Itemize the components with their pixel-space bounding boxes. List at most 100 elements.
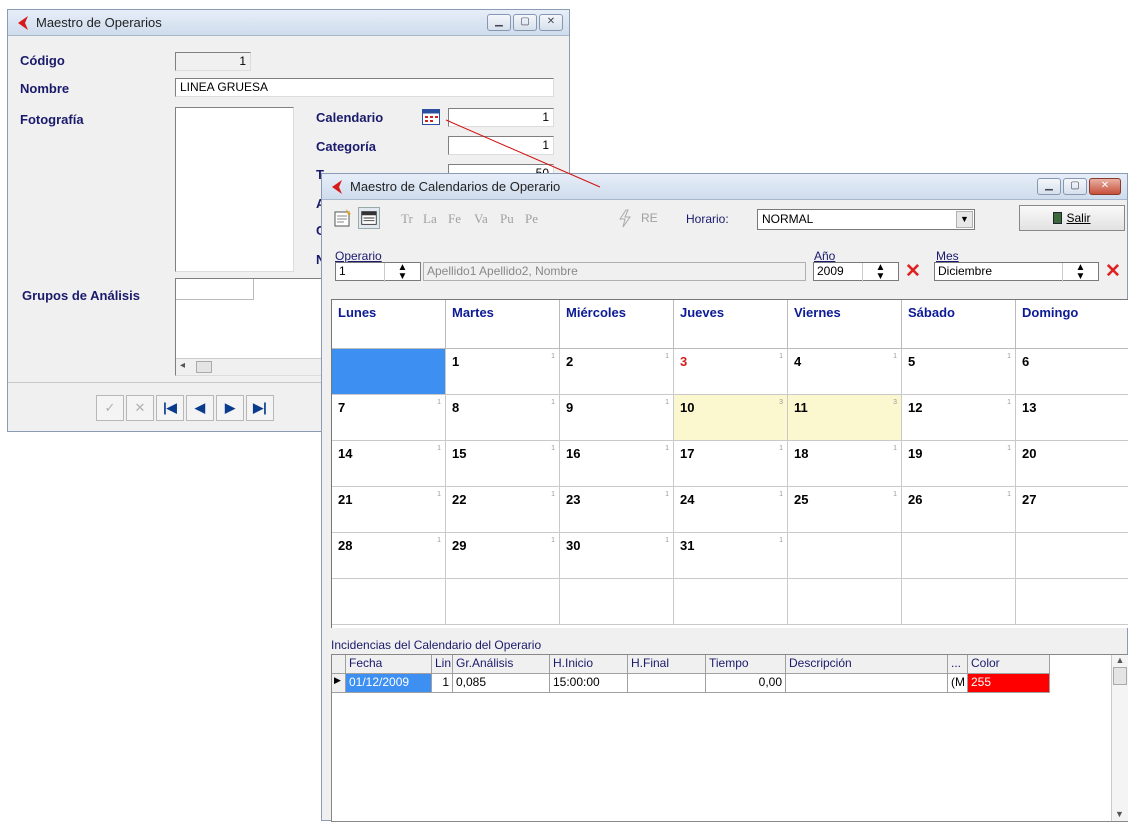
calendar-day-cell[interactable]: 51 bbox=[902, 349, 1016, 395]
calendar-day-cell[interactable]: 27 bbox=[1016, 487, 1128, 533]
calendar-day-cell[interactable]: 81 bbox=[446, 395, 560, 441]
calendar-day-cell[interactable] bbox=[1016, 579, 1128, 625]
grid-cell[interactable] bbox=[786, 674, 948, 693]
grid-cell[interactable] bbox=[628, 674, 706, 693]
calendar-day-cell[interactable] bbox=[902, 533, 1016, 579]
calendar-day-cell[interactable] bbox=[1016, 533, 1128, 579]
grid-column-header[interactable]: Descripción bbox=[786, 655, 948, 674]
scroll-left-icon[interactable]: ◂ bbox=[180, 360, 185, 371]
calendar-icon[interactable] bbox=[422, 109, 440, 125]
calendar-day-cell[interactable] bbox=[560, 579, 674, 625]
fotografia-box[interactable] bbox=[175, 107, 294, 272]
wizard-icon[interactable] bbox=[332, 207, 354, 229]
calendar-day-cell[interactable]: 19 1 bbox=[902, 441, 1016, 487]
calendar-day-cell[interactable]: 31 bbox=[674, 349, 788, 395]
grid-cell[interactable]: 15:00:00 bbox=[550, 674, 628, 693]
operario-spinner[interactable]: ▲ ▼ bbox=[384, 263, 420, 282]
grid-column-header[interactable]: H.Final bbox=[628, 655, 706, 674]
calendar-day-cell[interactable]: 15 1 bbox=[446, 441, 560, 487]
calendar-day-cell[interactable]: 11 bbox=[446, 349, 560, 395]
calendar-day-cell[interactable]: 41 bbox=[788, 349, 902, 395]
operarios-titlebar[interactable]: Maestro de Operarios ▁ ▢ ✕ bbox=[8, 10, 569, 36]
grid-column-header[interactable]: Color bbox=[968, 655, 1050, 674]
calendar-day-cell[interactable]: 30 1 bbox=[560, 533, 674, 579]
scroll-down-icon[interactable]: ▼ bbox=[1112, 809, 1127, 819]
clear-mes-icon[interactable]: ✕ bbox=[1105, 262, 1121, 281]
chevron-down-icon[interactable]: ▼ bbox=[956, 211, 973, 228]
mes-spinner[interactable]: ▲ ▼ bbox=[1062, 263, 1098, 282]
anio-input[interactable]: 2009 ▲ ▼ bbox=[813, 262, 899, 282]
maximize-button[interactable]: ▢ bbox=[513, 14, 537, 31]
calendar-day-cell[interactable]: 18 1 bbox=[788, 441, 902, 487]
calendar-day-cell[interactable] bbox=[788, 579, 902, 625]
grid-row[interactable]: ▶ 01/12/2009 1 0,085 15:00:00 0,00 (M 255 bbox=[332, 674, 1050, 693]
grid-cell[interactable]: 01/12/2009 bbox=[346, 674, 432, 693]
day-type-pu[interactable]: Pu bbox=[500, 211, 514, 227]
grid-column-header[interactable]: ... bbox=[948, 655, 968, 674]
minimize-button[interactable]: ▁ bbox=[1037, 178, 1061, 195]
grid-cell[interactable]: 0,00 bbox=[706, 674, 786, 693]
calendar-day-cell[interactable]: 91 bbox=[560, 395, 674, 441]
calendar-day-cell[interactable]: 23 1 bbox=[560, 487, 674, 533]
next-record-button[interactable]: ▶ bbox=[216, 395, 244, 421]
calendar-day-cell[interactable]: 28 1 bbox=[332, 533, 446, 579]
calendar-day-cell[interactable]: 13 bbox=[1016, 395, 1128, 441]
grid-column-header[interactable]: Lin bbox=[432, 655, 453, 674]
calendar-day-cell[interactable] bbox=[902, 579, 1016, 625]
close-button[interactable]: ✕ bbox=[1089, 178, 1121, 195]
calendar-day-cell[interactable]: 6 bbox=[1016, 349, 1128, 395]
grid-column-header[interactable]: H.Inicio bbox=[550, 655, 628, 674]
day-type-pe[interactable]: Pe bbox=[525, 211, 538, 227]
calendar-day-cell[interactable]: 26 1 bbox=[902, 487, 1016, 533]
grid-column-header[interactable]: Gr.Análisis bbox=[453, 655, 550, 674]
calendar-day-cell[interactable]: 21 bbox=[560, 349, 674, 395]
mes-input[interactable]: Diciembre ▲ ▼ bbox=[934, 262, 1099, 282]
calendario-field[interactable]: 1 bbox=[448, 108, 554, 127]
nombre-field[interactable]: LINEA GRUESA bbox=[175, 78, 554, 97]
scroll-thumb[interactable] bbox=[196, 361, 212, 373]
calendar-day-cell[interactable]: 17 1 bbox=[674, 441, 788, 487]
calendar-day-cell[interactable]: 11 3 bbox=[788, 395, 902, 441]
re-button[interactable]: RE bbox=[641, 211, 658, 225]
lightning-icon[interactable] bbox=[614, 207, 636, 229]
categoria-field[interactable]: 1 bbox=[448, 136, 554, 155]
maximize-button[interactable]: ▢ bbox=[1063, 178, 1087, 195]
close-button[interactable]: ✕ bbox=[539, 14, 563, 31]
clear-anio-icon[interactable]: ✕ bbox=[905, 262, 921, 281]
calendar-day-cell[interactable]: 24 1 bbox=[674, 487, 788, 533]
calendar-day-cell[interactable]: 71 bbox=[332, 395, 446, 441]
calendar-day-cell[interactable]: 29 1 bbox=[446, 533, 560, 579]
calendar-day-cell[interactable]: 25 1 bbox=[788, 487, 902, 533]
calendar-day-cell[interactable]: 16 1 bbox=[560, 441, 674, 487]
calendar-day-cell[interactable]: 10 3 bbox=[674, 395, 788, 441]
salir-button[interactable]: Salir bbox=[1019, 205, 1125, 231]
confirm-button[interactable]: ✓ bbox=[96, 395, 124, 421]
first-record-button[interactable]: |◀ bbox=[156, 395, 184, 421]
day-type-fe[interactable]: Fe bbox=[448, 211, 461, 227]
day-type-tr[interactable]: Tr bbox=[401, 211, 413, 227]
day-type-va[interactable]: Va bbox=[474, 211, 488, 227]
grid-column-header[interactable]: Tiempo bbox=[706, 655, 786, 674]
operario-input[interactable]: 1 ▲ ▼ bbox=[335, 262, 421, 282]
calendar-day-cell[interactable] bbox=[446, 579, 560, 625]
calendar-day-cell[interactable] bbox=[674, 579, 788, 625]
scroll-thumb[interactable] bbox=[1113, 667, 1127, 685]
cancel-button[interactable]: ✕ bbox=[126, 395, 154, 421]
calendar-day-cell[interactable]: 31 1 bbox=[674, 533, 788, 579]
grid-column-header[interactable]: Fecha bbox=[346, 655, 432, 674]
grid-vscroll[interactable]: ▲ ▼ bbox=[1111, 655, 1128, 821]
day-type-la[interactable]: La bbox=[423, 211, 437, 227]
calendar-day-cell[interactable]: 14 1 bbox=[332, 441, 446, 487]
copy-calendar-icon[interactable] bbox=[358, 207, 380, 229]
calendarios-titlebar[interactable]: Maestro de Calendarios de Operario ▁ ▢ ✕ bbox=[322, 174, 1127, 200]
prev-record-button[interactable]: ◀ bbox=[186, 395, 214, 421]
calendar-day-cell[interactable] bbox=[332, 579, 446, 625]
calendar-day-cell[interactable]: 12 1 bbox=[902, 395, 1016, 441]
grid-cell[interactable]: 0,085 bbox=[453, 674, 550, 693]
grid-cell[interactable]: 1 bbox=[432, 674, 453, 693]
grid-cell[interactable]: 255 bbox=[968, 674, 1050, 693]
calendar-day-cell[interactable] bbox=[788, 533, 902, 579]
horario-select[interactable]: NORMAL ▼ bbox=[757, 209, 975, 230]
anio-spinner[interactable]: ▲ ▼ bbox=[862, 263, 898, 282]
grid-cell[interactable]: (M bbox=[948, 674, 968, 693]
